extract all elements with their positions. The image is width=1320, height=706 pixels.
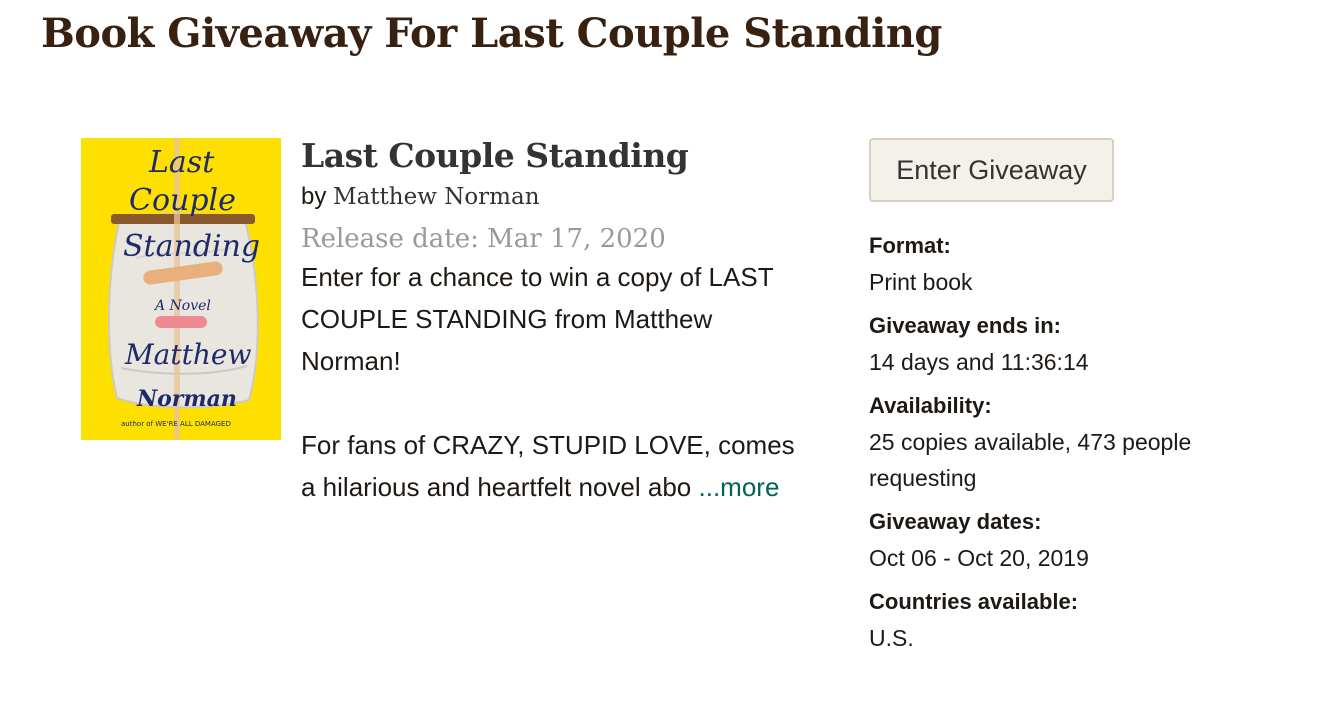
by-prefix: by [301,183,327,210]
more-link[interactable]: ...more [699,472,780,502]
description-paragraph-2: For fans of CRAZY, STUPID LOVE, comes a … [301,424,806,508]
giveaway-details: Format: Print book Giveaway ends in: 14 … [869,228,1289,656]
availability-label: Availability: [869,393,992,418]
page-title: Book Giveaway For Last Couple Standing [41,10,942,57]
format-value: Print book [869,269,973,295]
availability-value: 25 copies available, 473 people requesti… [869,429,1192,491]
countries-value: U.S. [869,625,914,651]
book-description: Enter for a chance to win a copy of LAST… [301,256,806,508]
giveaway-dates-value: Oct 06 - Oct 20, 2019 [869,545,1089,571]
book-cover-art: Last Couple Standing A Novel Matthew Nor… [81,138,281,440]
ends-in-value: 14 days and 11:36:14 [869,349,1089,375]
cover-title-line1: Last [148,145,215,180]
ends-in-label: Giveaway ends in: [869,313,1061,338]
cover-tagline: author of WE'RE ALL DAMAGED [121,420,231,428]
byline: by Matthew Norman [301,182,821,212]
book-cover-image[interactable]: Last Couple Standing A Novel Matthew Nor… [81,138,281,440]
book-info: Last Couple Standing by Matthew Norman R… [301,134,821,508]
enter-giveaway-button[interactable]: Enter Giveaway [869,138,1114,202]
description-paragraph-1: Enter for a chance to win a copy of LAST… [301,262,774,376]
author-link[interactable]: Matthew Norman [333,184,539,210]
cover-subtitle: A Novel [153,298,211,314]
cover-title-line3: Standing [123,229,260,264]
cover-title-line2: Couple [129,183,236,218]
cover-author-line1: Matthew [124,338,251,371]
giveaway-sidebar: Enter Giveaway Format: Print book Giveaw… [869,138,1289,664]
giveaway-dates-label: Giveaway dates: [869,509,1042,534]
countries-label: Countries available: [869,589,1079,614]
cover-author-line2: Norman [136,386,237,412]
format-label: Format: [869,233,951,258]
book-title-link[interactable]: Last Couple Standing [301,134,821,178]
release-date: Release date: Mar 17, 2020 [301,224,666,254]
